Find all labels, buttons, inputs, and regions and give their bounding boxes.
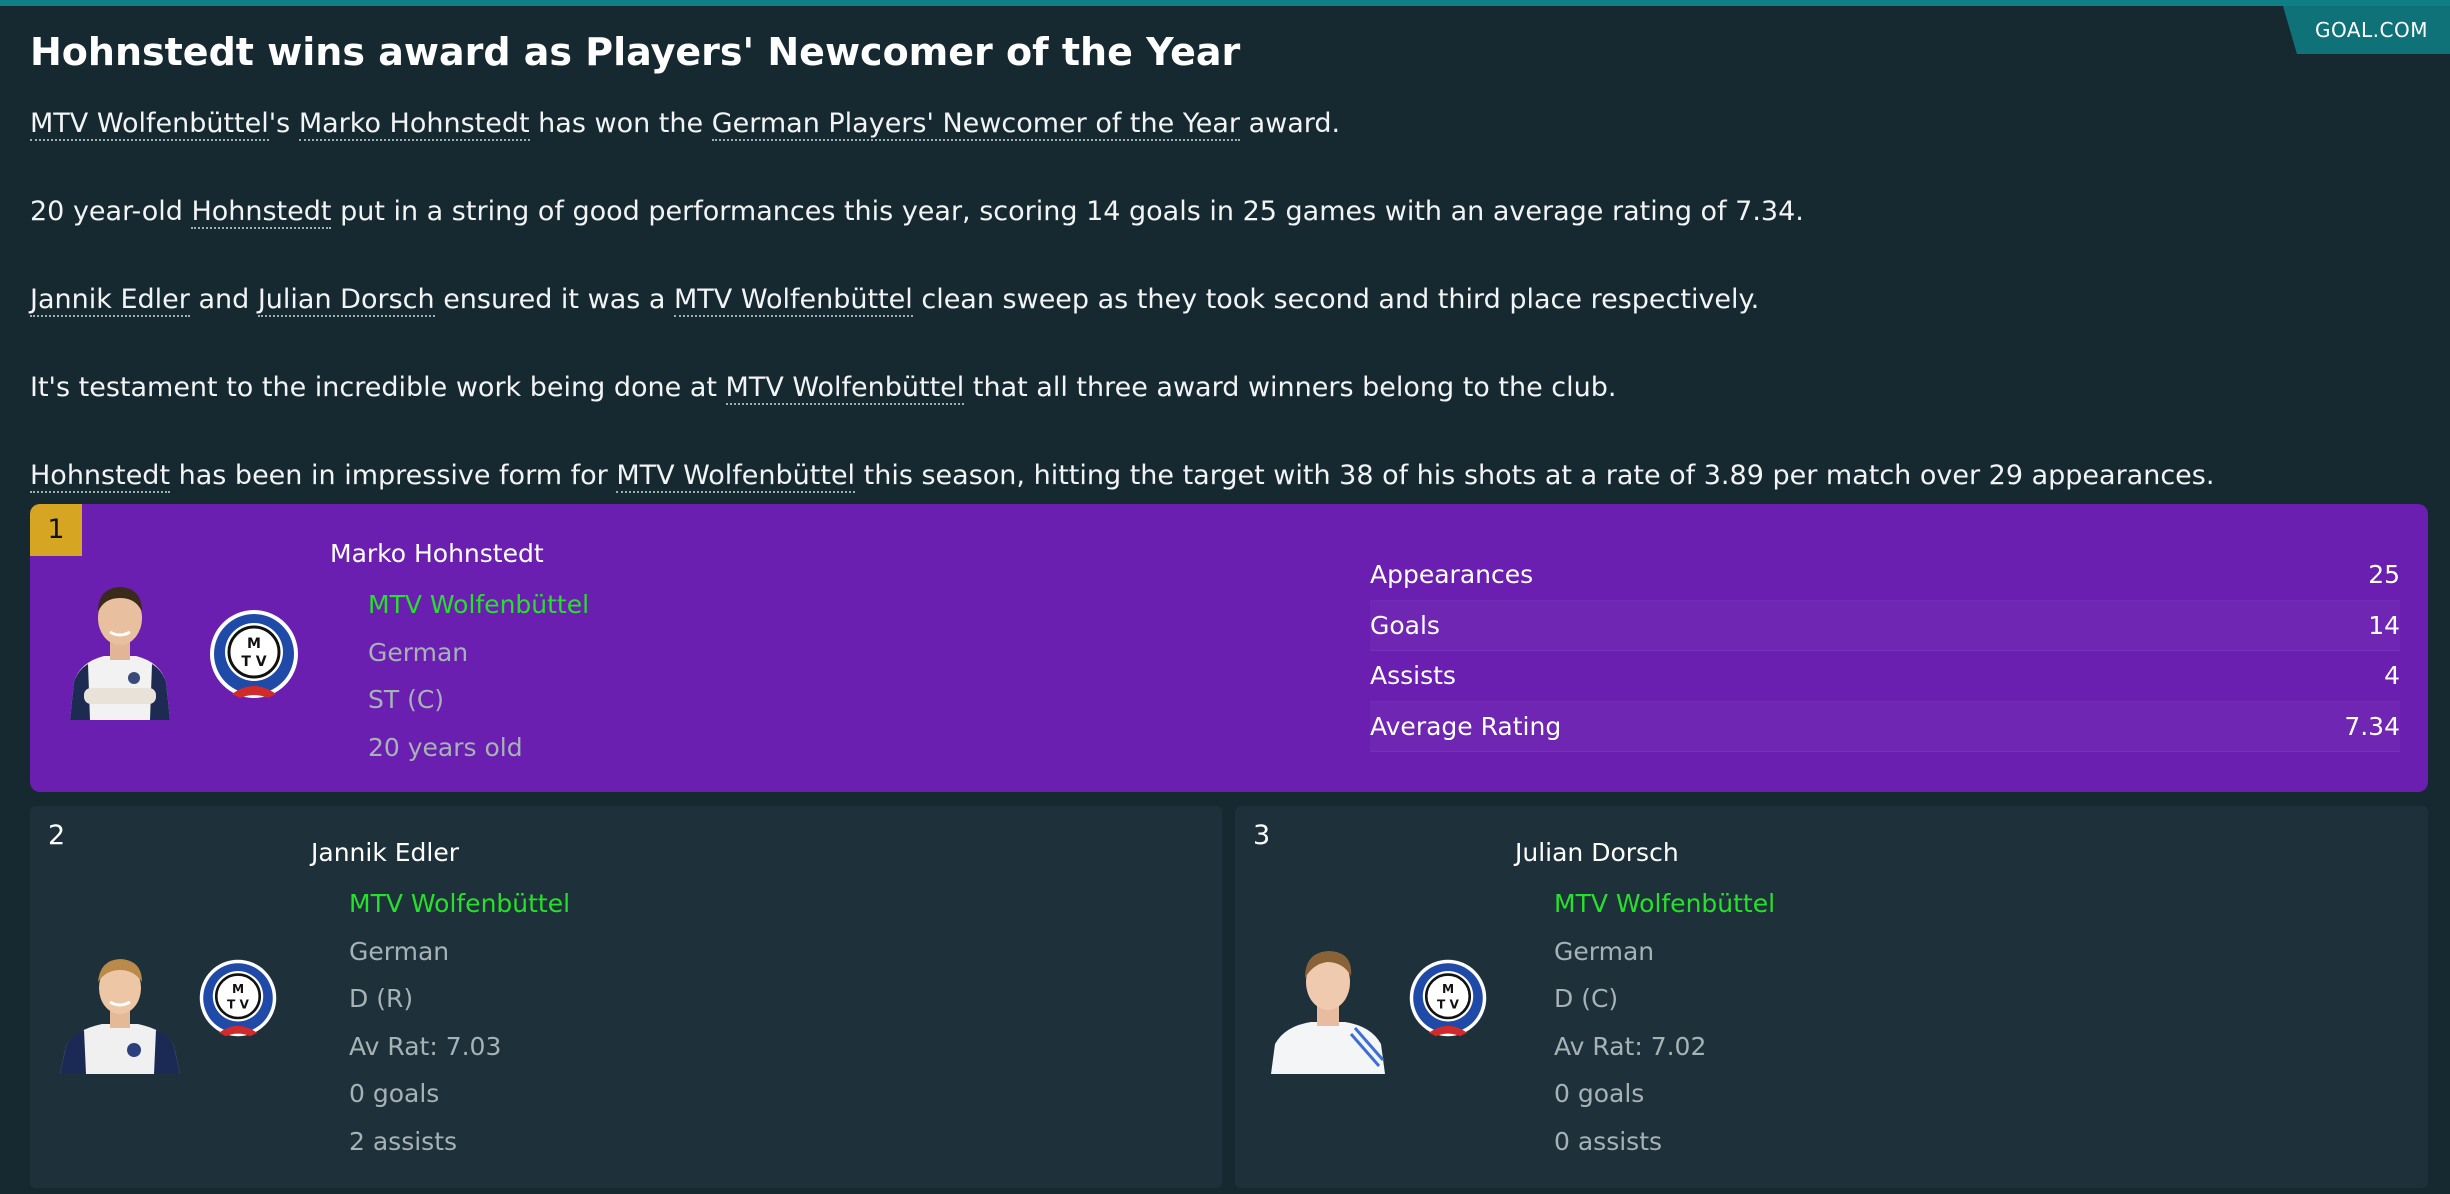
club-crest-icon[interactable]: M T V bbox=[1408, 958, 1488, 1038]
rank-badge: 1 bbox=[30, 504, 82, 556]
player-nationality: German bbox=[1554, 936, 1655, 966]
stat-label: Assists bbox=[1370, 661, 1456, 691]
rank-number: 3 bbox=[1253, 820, 1271, 851]
player-rating: Av Rat: 7.02 bbox=[1554, 1031, 1707, 1061]
player-portrait-icon[interactable] bbox=[1271, 940, 1385, 1074]
player-assists: 0 assists bbox=[1554, 1126, 1663, 1156]
stat-value: 14 bbox=[2368, 610, 2400, 640]
article-headline: Hohnstedt wins award as Players' Newcome… bbox=[30, 30, 1241, 74]
player-club[interactable]: MTV Wolfenbüttel bbox=[1554, 880, 1775, 928]
stat-label: Average Rating bbox=[1370, 711, 1562, 741]
club-crest-icon[interactable]: M T V bbox=[198, 958, 278, 1038]
text: ensured it was a bbox=[434, 284, 675, 315]
article-paragraph-2: 20 year-old Hohnstedt put in a string of… bbox=[30, 192, 2390, 232]
winner-card: 1 M T V Marko Hohnstedt MTV Wolfenbüttel… bbox=[30, 504, 2428, 792]
club-link[interactable]: MTV Wolfenbüttel bbox=[616, 460, 856, 493]
player-link[interactable]: Julian Dorsch bbox=[257, 284, 435, 317]
runner-up-card: 3 M T V Julian Dorsch MTV Wolfenbüttel G… bbox=[1235, 806, 2428, 1188]
stat-label: Goals bbox=[1370, 610, 1440, 640]
stat-value: 7.34 bbox=[2344, 711, 2400, 741]
text: 's bbox=[268, 108, 299, 139]
text: It's testament to the incredible work be… bbox=[30, 372, 726, 403]
runner-up-card: 2 M T V Jannik Edler MTV Wolfenbüttel Ge… bbox=[30, 806, 1222, 1188]
player-info: MTV Wolfenbüttel German D (R) Av Rat: 7.… bbox=[349, 880, 570, 1165]
stat-row: Average Rating 7.34 bbox=[1370, 702, 2400, 752]
text: clean sweep as they took second and thir… bbox=[912, 284, 1760, 315]
top-accent-bar bbox=[0, 0, 2450, 6]
text: has won the bbox=[529, 108, 712, 139]
crest-letters: M bbox=[232, 982, 244, 996]
source-tab[interactable]: GOAL.COM bbox=[2282, 6, 2450, 54]
club-link[interactable]: MTV Wolfenbüttel bbox=[674, 284, 913, 317]
player-link[interactable]: Marko Hohnstedt bbox=[298, 108, 530, 141]
player-info: MTV Wolfenbüttel German D (C) Av Rat: 7.… bbox=[1554, 880, 1775, 1165]
stat-value: 4 bbox=[2384, 661, 2400, 691]
player-info: MTV Wolfenbüttel German ST (C) 20 years … bbox=[368, 581, 589, 771]
player-link[interactable]: Hohnstedt bbox=[191, 196, 332, 229]
crest-letters: T V bbox=[227, 997, 250, 1011]
player-position: ST (C) bbox=[368, 685, 445, 714]
player-nationality: German bbox=[368, 637, 469, 667]
stat-label: Appearances bbox=[1370, 560, 1534, 590]
player-club[interactable]: MTV Wolfenbüttel bbox=[368, 581, 589, 629]
article-paragraph-5: Hohnstedt has been in impressive form fo… bbox=[30, 456, 2390, 496]
club-crest-icon[interactable]: M T V bbox=[208, 608, 300, 700]
player-name[interactable]: Julian Dorsch bbox=[1515, 838, 1679, 867]
award-link[interactable]: German Players' Newcomer of the Year bbox=[711, 108, 1240, 141]
text: and bbox=[189, 284, 258, 315]
player-link[interactable]: Hohnstedt bbox=[30, 460, 171, 493]
article-paragraph-4: It's testament to the incredible work be… bbox=[30, 368, 2390, 408]
club-link[interactable]: MTV Wolfenbüttel bbox=[30, 108, 269, 141]
crest-letters: T V bbox=[1437, 997, 1460, 1011]
player-name[interactable]: Jannik Edler bbox=[311, 838, 459, 867]
article-paragraph-1: MTV Wolfenbüttel's Marko Hohnstedt has w… bbox=[30, 104, 2390, 144]
player-nationality: German bbox=[349, 936, 450, 966]
text: this season, hitting the target with 38 … bbox=[855, 460, 2215, 491]
player-goals: 0 goals bbox=[1554, 1079, 1645, 1108]
stat-value: 25 bbox=[2368, 560, 2400, 590]
player-portrait-icon[interactable] bbox=[58, 950, 182, 1074]
text: 20 year-old bbox=[30, 196, 192, 227]
text: that all three award winners belong to t… bbox=[964, 372, 1617, 403]
article-body: MTV Wolfenbüttel's Marko Hohnstedt has w… bbox=[30, 104, 2390, 544]
player-position: D (C) bbox=[1554, 984, 1619, 1013]
rank-number: 2 bbox=[48, 820, 66, 851]
stats-table: Appearances 25 Goals 14 Assists 4 Average R… bbox=[1370, 550, 2400, 752]
stat-row: Goals 14 bbox=[1370, 601, 2400, 651]
text: has been in impressive form for bbox=[170, 460, 617, 491]
crest-letters: M bbox=[247, 636, 261, 652]
player-link[interactable]: Jannik Edler bbox=[30, 284, 190, 317]
stat-row: Appearances 25 bbox=[1370, 550, 2400, 601]
player-age: 20 years old bbox=[368, 732, 523, 762]
crest-letters: T V bbox=[241, 654, 266, 670]
club-link[interactable]: MTV Wolfenbüttel bbox=[725, 372, 965, 405]
player-portrait-icon[interactable] bbox=[64, 570, 176, 720]
stat-row: Assists 4 bbox=[1370, 651, 2400, 702]
text: put in a string of good performances thi… bbox=[331, 196, 1804, 227]
player-position: D (R) bbox=[349, 984, 414, 1013]
player-club[interactable]: MTV Wolfenbüttel bbox=[349, 880, 570, 928]
article-paragraph-3: Jannik Edler and Julian Dorsch ensured i… bbox=[30, 280, 2390, 320]
crest-letters: M bbox=[1442, 982, 1454, 996]
player-assists: 2 assists bbox=[349, 1126, 458, 1156]
text: award. bbox=[1240, 108, 1341, 139]
player-name[interactable]: Marko Hohnstedt bbox=[330, 539, 544, 568]
player-goals: 0 goals bbox=[349, 1079, 440, 1108]
player-rating: Av Rat: 7.03 bbox=[349, 1031, 502, 1061]
